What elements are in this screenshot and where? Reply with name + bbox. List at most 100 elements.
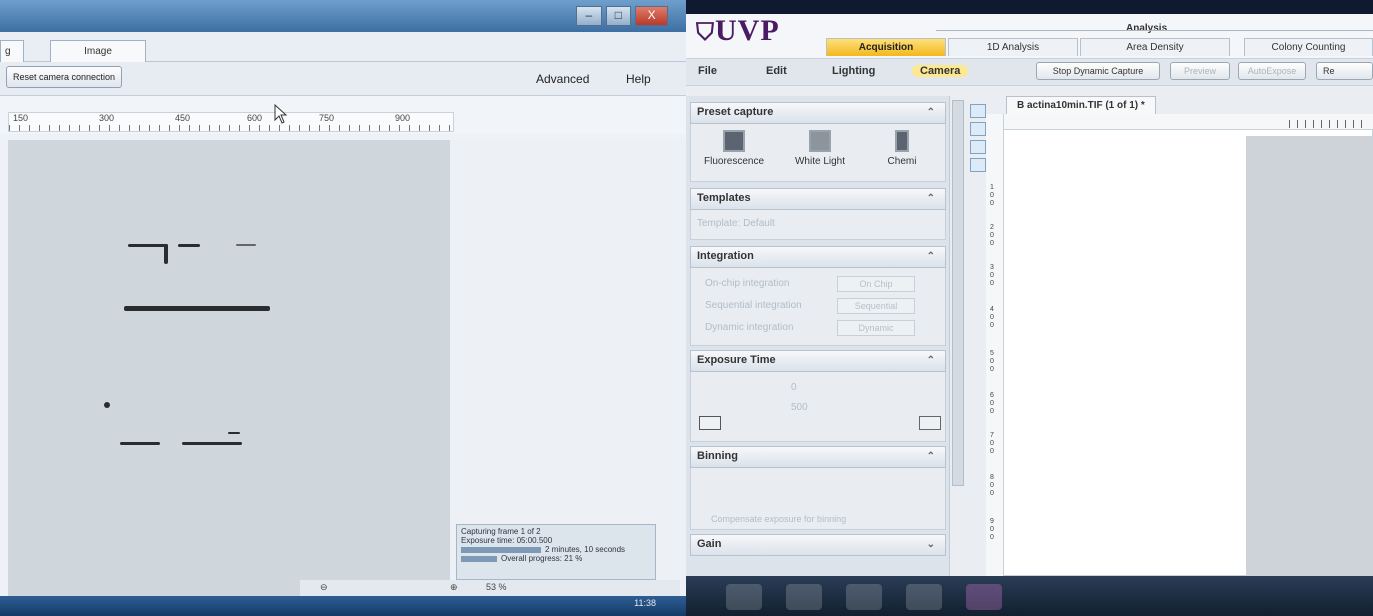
taskbar-media-icon[interactable]: [846, 584, 882, 610]
status-overall-text: Overall progress: 21 %: [501, 554, 583, 563]
vruler-label: 9 0 0: [990, 518, 994, 541]
captured-image: [1246, 136, 1373, 576]
menu-edit[interactable]: Edit: [766, 65, 787, 77]
taskbar-browser-icon[interactable]: [906, 584, 942, 610]
zoom-level[interactable]: 53 %: [486, 582, 507, 592]
camera-settings-panel: Preset capture ⌃ Fluorescence White Light…: [686, 96, 950, 576]
fluorescence-icon: [723, 130, 745, 152]
template-dropdown[interactable]: Template: Default: [697, 218, 775, 229]
expand-icon[interactable]: ⌄: [927, 539, 935, 550]
exposure-checkbox[interactable]: [699, 416, 721, 430]
split-view-icon[interactable]: [970, 158, 986, 172]
sequential-button[interactable]: Sequential: [837, 298, 915, 314]
onchip-label: On-chip integration: [705, 278, 790, 289]
exposure-field-1[interactable]: 0: [791, 382, 797, 393]
menu-help[interactable]: Help: [626, 72, 651, 86]
header-divider: [936, 30, 1373, 31]
taskbar-folder-icon[interactable]: [786, 584, 822, 610]
panel-scrollbar[interactable]: [952, 100, 964, 486]
vruler-label: 8 0 0: [990, 474, 994, 497]
exposure-more-button[interactable]: [919, 416, 941, 430]
reset-button-partial[interactable]: Re: [1316, 62, 1373, 80]
section-title: Gain: [697, 538, 722, 550]
frame-progress-bar: [461, 546, 541, 553]
preset-label: Chemi: [887, 156, 917, 167]
section-exposure-time[interactable]: Exposure Time ⌃: [690, 350, 946, 372]
section-integration[interactable]: Integration ⌃: [690, 246, 946, 268]
minimize-button[interactable]: –: [576, 6, 602, 26]
stop-dynamic-capture-button[interactable]: Stop Dynamic Capture: [1036, 62, 1160, 80]
collapse-icon[interactable]: ⌃: [927, 251, 935, 262]
rectangle-tool-icon[interactable]: [970, 122, 986, 136]
right-monitor-window: ⛉UVP Analysis Acquisition 1D Analysis Ar…: [686, 0, 1373, 616]
blot-band: [178, 244, 200, 247]
preset-fluorescence[interactable]: Fluorescence: [699, 130, 769, 167]
ruler-label: 750: [319, 113, 335, 123]
preset-white-light[interactable]: White Light: [785, 130, 855, 167]
ruler-label: 900: [395, 113, 411, 123]
onchip-button[interactable]: On Chip: [837, 276, 915, 292]
close-button[interactable]: X: [635, 6, 668, 26]
templates-body: Template: Default: [690, 210, 946, 240]
ruler-label: 150: [13, 113, 29, 123]
window-controls: – □ X: [572, 6, 668, 26]
vruler-label: 2 0 0: [990, 224, 994, 247]
section-title: Preset capture: [697, 106, 774, 118]
left-monitor-window: – □ X g Image Reset camera connection Ad…: [0, 0, 686, 616]
dynamic-button[interactable]: Dynamic: [837, 320, 915, 336]
zoom-in-icon[interactable]: ⊕: [450, 582, 458, 593]
title-strip: [686, 0, 1373, 14]
tab-image[interactable]: Image: [50, 40, 146, 62]
zoom-out-icon[interactable]: ⊖: [320, 582, 328, 593]
tab-1d-analysis[interactable]: 1D Analysis: [948, 38, 1078, 56]
menu-camera[interactable]: Camera: [912, 65, 969, 77]
menu-lighting[interactable]: Lighting: [832, 65, 875, 77]
collapse-icon[interactable]: ⌃: [927, 451, 935, 462]
collapse-icon[interactable]: ⌃: [927, 193, 935, 204]
binning-hint: Compensate exposure for binning: [711, 514, 847, 524]
reset-camera-connection-button[interactable]: Reset camera connection: [6, 66, 123, 88]
blot-band: [124, 306, 270, 311]
preview-button[interactable]: Preview: [1170, 62, 1230, 80]
select-tool-icon[interactable]: [970, 104, 986, 118]
left-tab-strip: g Image: [0, 32, 686, 62]
section-gain[interactable]: Gain ⌄: [690, 534, 946, 556]
start-button-icon[interactable]: [726, 584, 762, 610]
section-binning[interactable]: Binning ⌃: [690, 446, 946, 468]
collapse-icon[interactable]: ⌃: [927, 355, 935, 366]
section-title: Integration: [697, 250, 754, 262]
document-tab[interactable]: B actina10min.TIF (1 of 1) *: [1006, 96, 1156, 114]
menu-file[interactable]: File: [698, 65, 717, 77]
exposure-body: 0 500: [690, 372, 946, 442]
logo-text: UVP: [715, 14, 780, 47]
section-preset-capture[interactable]: Preset capture ⌃: [690, 102, 946, 124]
collapse-icon[interactable]: ⌃: [927, 107, 935, 118]
uvp-logo: ⛉UVP: [696, 14, 806, 54]
blot-band: [236, 244, 256, 246]
preset-chemi[interactable]: Chemi: [867, 130, 937, 167]
left-toolbar: Reset camera connection Advanced Help: [0, 62, 686, 96]
autoexpose-button[interactable]: AutoExpose: [1238, 62, 1306, 80]
blot-band: [128, 244, 168, 247]
vruler-label: 7 0 0: [990, 432, 994, 455]
taskbar-clock: 11:38: [634, 598, 656, 608]
uvp-logo-mark-icon: ⛉: [696, 20, 715, 46]
exposure-field-2[interactable]: 500: [791, 402, 808, 413]
tab-partial[interactable]: g: [0, 40, 24, 62]
vruler-label: 6 0 0: [990, 392, 994, 415]
preset-capture-body: Fluorescence White Light Chemi: [690, 124, 946, 182]
menu-advanced[interactable]: Advanced: [536, 72, 589, 86]
section-templates[interactable]: Templates ⌃: [690, 188, 946, 210]
tab-colony-counting[interactable]: Colony Counting: [1244, 38, 1373, 56]
maximize-button[interactable]: □: [605, 6, 632, 26]
taskbar-uvp-icon[interactable]: [966, 584, 1002, 610]
layout-tool-icon[interactable]: [970, 140, 986, 154]
section-title: Binning: [697, 450, 738, 462]
image-tool-strip: [968, 100, 988, 220]
capture-status-panel: Capturing frame 1 of 2 Exposure time: 05…: [456, 524, 656, 580]
left-taskbar: 11:38: [0, 596, 686, 616]
tab-area-density[interactable]: Area Density: [1080, 38, 1230, 56]
document-vertical-ruler: 1 0 0 2 0 0 3 0 0 4 0 0 5 0 0 6 0 0 7 0 …: [986, 114, 1004, 576]
tab-acquisition[interactable]: Acquisition: [826, 38, 946, 56]
integration-body: On-chip integration On Chip Sequential i…: [690, 268, 946, 346]
